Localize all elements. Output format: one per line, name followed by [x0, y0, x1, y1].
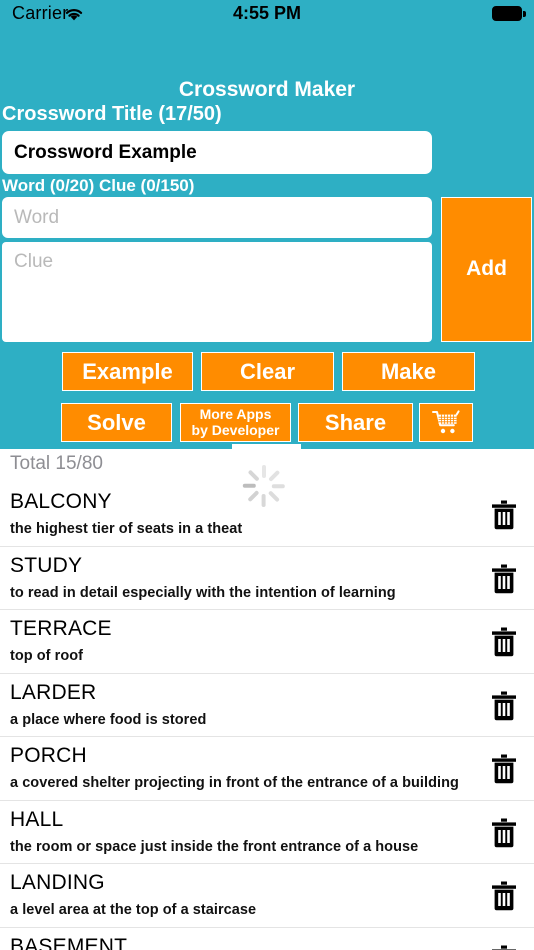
- word-clue-label: Word (0/20) Clue (0/150): [2, 176, 195, 195]
- word-label: LANDING: [10, 871, 105, 894]
- activity-spinner-icon: [241, 463, 287, 509]
- trash-icon[interactable]: [490, 564, 518, 594]
- add-button[interactable]: Add: [441, 197, 532, 342]
- table-row[interactable]: LANDING a level area at the top of a stai…: [0, 864, 534, 928]
- trash-icon[interactable]: [490, 691, 518, 721]
- trash-icon[interactable]: [490, 818, 518, 848]
- table-row[interactable]: STUDY to read in detail especially with t…: [0, 546, 534, 610]
- clue-input[interactable]: [2, 242, 432, 342]
- trash-icon[interactable]: [490, 945, 518, 950]
- table-row[interactable]: LARDER a place where food is stored: [0, 673, 534, 737]
- clock-label: 4:55 PM: [232, 3, 302, 23]
- trash-icon[interactable]: [490, 754, 518, 784]
- total-count-label: Total 15/80: [10, 453, 103, 474]
- table-row[interactable]: PORCH a covered shelter projecting in fro…: [0, 737, 534, 801]
- word-list[interactable]: BALCONY the highest tier of seats in a th…: [0, 483, 534, 950]
- word-label: HALL: [10, 807, 64, 831]
- clue-label: a place where food is stored: [10, 711, 207, 728]
- clue-label: top of roof: [10, 648, 84, 664]
- clue-label: the room or space just inside the front …: [10, 838, 419, 855]
- more-apps-button[interactable]: More Apps by Developer: [180, 403, 291, 442]
- more-apps-line-2: by Developer: [191, 421, 280, 438]
- word-label: STUDY: [10, 553, 83, 577]
- clue-label: to read in detail especially with the in…: [10, 584, 396, 601]
- crossword-title-label: Crossword Title (17/50): [2, 103, 222, 125]
- table-row[interactable]: BASEMENT: [0, 927, 534, 950]
- word-label: TERRACE: [10, 617, 112, 640]
- clear-button[interactable]: Clear: [201, 352, 334, 391]
- battery-icon: [492, 6, 526, 21]
- word-list-panel: Total 15/80 BALCONY the highest tier of s…: [0, 449, 534, 950]
- trash-icon[interactable]: [490, 881, 518, 911]
- app-root: Carrier 4:55 PM Crossword Maker Crosswor…: [0, 0, 534, 950]
- clue-label: a covered shelter projecting in front of…: [10, 775, 459, 791]
- table-row[interactable]: HALL the room or space just inside the fr…: [0, 800, 534, 864]
- clue-label: the highest tier of seats in a theat: [10, 521, 243, 537]
- word-label: PORCH: [10, 744, 87, 767]
- word-label: BASEMENT: [10, 934, 128, 950]
- shopping-cart-icon: [432, 409, 460, 436]
- header-panel: Carrier 4:55 PM Crossword Maker Crosswor…: [0, 0, 534, 452]
- table-row[interactable]: TERRACE top of roof: [0, 610, 534, 674]
- word-input[interactable]: [2, 197, 432, 238]
- example-button[interactable]: Example: [62, 352, 193, 391]
- trash-icon[interactable]: [490, 627, 518, 657]
- status-bar: Carrier 4:55 PM: [0, 0, 534, 30]
- word-label: LARDER: [10, 680, 97, 704]
- clue-label: a level area at the top of a staircase: [10, 902, 257, 918]
- more-apps-line-1: More Apps: [199, 406, 272, 423]
- crossword-title-input[interactable]: [2, 131, 432, 174]
- share-button[interactable]: Share: [298, 403, 413, 442]
- store-button[interactable]: [419, 403, 473, 442]
- word-label: BALCONY: [10, 490, 112, 513]
- page-title: Crossword Maker: [178, 78, 356, 101]
- make-button[interactable]: Make: [342, 352, 475, 391]
- solve-button[interactable]: Solve: [61, 403, 172, 442]
- trash-icon[interactable]: [490, 500, 518, 530]
